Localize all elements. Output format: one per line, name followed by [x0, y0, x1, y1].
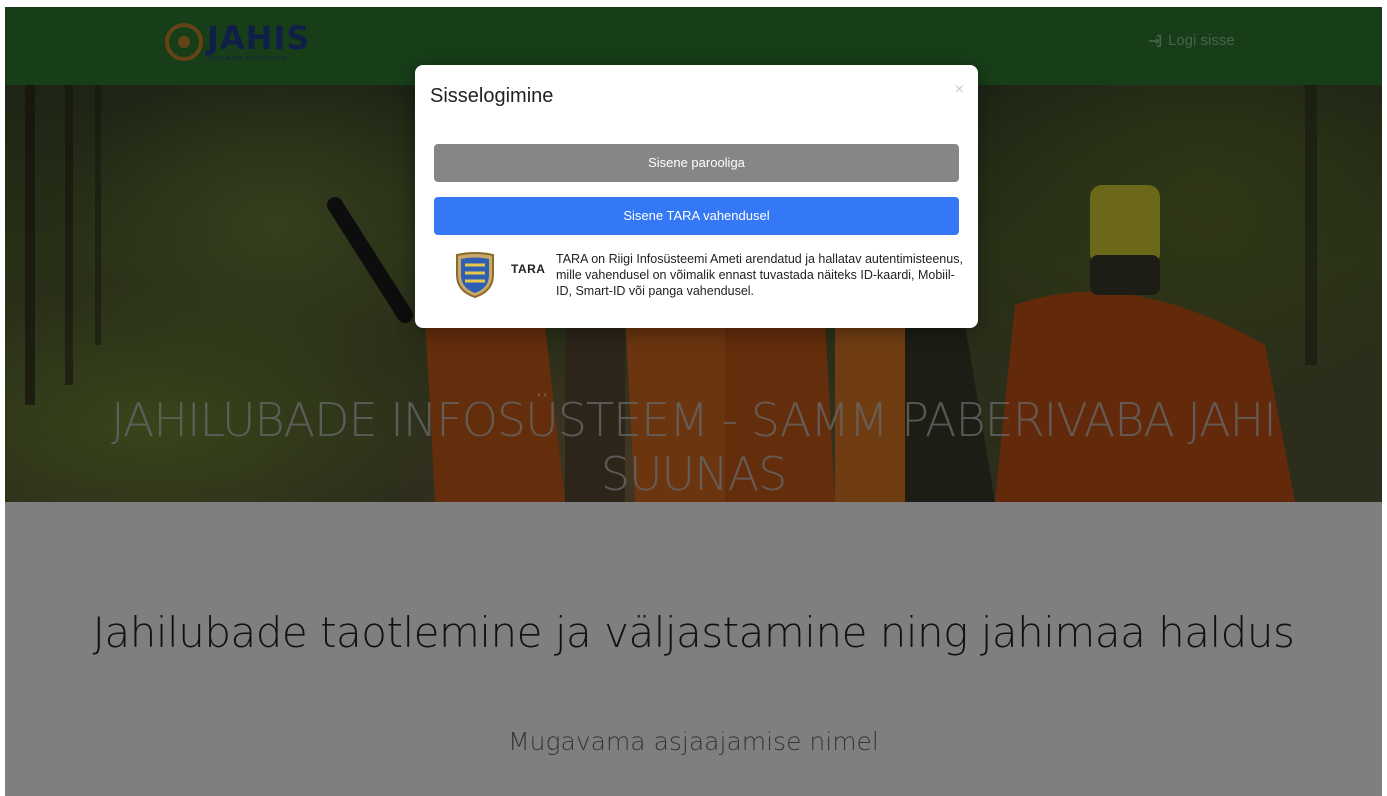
password-login-button[interactable]: Sisene parooliga: [434, 144, 959, 182]
tara-login-button[interactable]: Sisene TARA vahendusel: [434, 197, 959, 235]
close-icon[interactable]: ×: [955, 81, 964, 99]
estonian-coat-of-arms-icon: [456, 252, 494, 299]
page: JAHIS JAHILUBADE INFOSÜSTEEM Logi sisse: [5, 7, 1382, 796]
login-modal: Sisselogimine × Sisene parooliga Sisene …: [415, 65, 978, 328]
modal-title: Sisselogimine: [430, 85, 554, 107]
tara-label: TARA: [511, 262, 546, 276]
tara-info: TARA: [453, 250, 545, 299]
tara-description: TARA on Riigi Infosüsteemi Ameti arendat…: [556, 252, 963, 298]
